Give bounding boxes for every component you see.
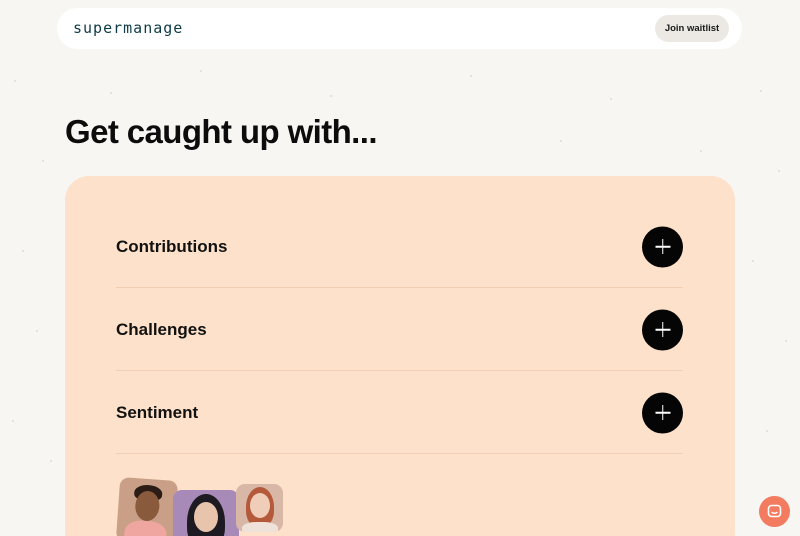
plus-icon[interactable]: [642, 309, 683, 350]
accordion-item-label: Challenges: [116, 319, 207, 339]
plus-icon[interactable]: [642, 392, 683, 433]
person-avatar: [236, 484, 283, 532]
person-avatar: [115, 477, 179, 536]
join-waitlist-button[interactable]: Join waitlist: [655, 15, 729, 42]
chat-widget-button[interactable]: [759, 496, 790, 527]
accordion-item-contributions[interactable]: Contributions: [116, 206, 683, 288]
brand-logo[interactable]: supermanage: [73, 19, 183, 37]
accordion-item-label: Contributions: [116, 236, 228, 256]
plus-icon[interactable]: [642, 226, 683, 267]
chat-bubble-icon: [767, 504, 782, 518]
person-avatar: [173, 490, 239, 536]
accordion-item-challenges[interactable]: Challenges: [116, 289, 683, 371]
accordion-item-label: Sentiment: [116, 402, 199, 422]
page-headline: Get caught up with...: [65, 113, 377, 150]
top-nav: supermanage Join waitlist: [57, 8, 742, 49]
accordion-item-sentiment[interactable]: Sentiment: [116, 372, 683, 454]
